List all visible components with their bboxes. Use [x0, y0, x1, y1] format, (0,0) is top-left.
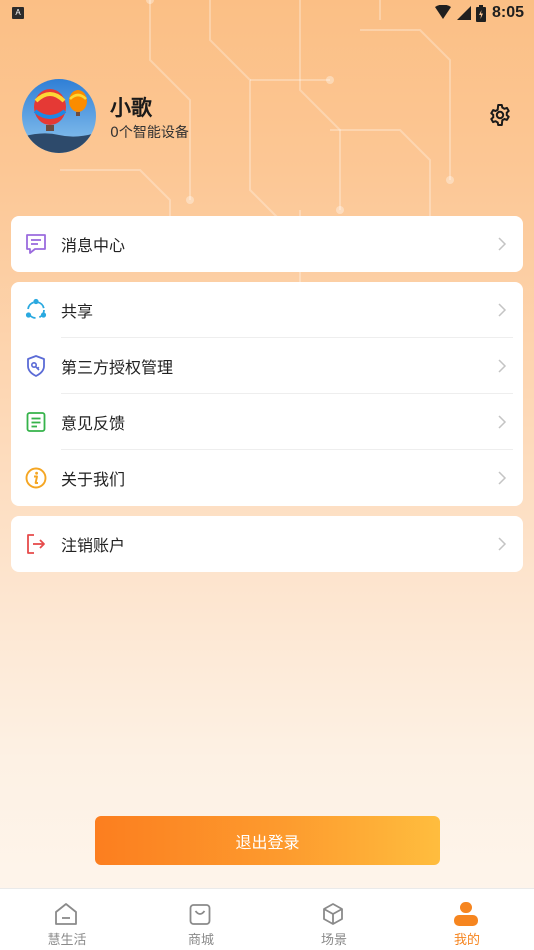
chevron-right-icon: [498, 303, 507, 317]
status-bar: A 8:05: [0, 0, 534, 28]
tab-smart-life[interactable]: 慧生活: [0, 889, 134, 950]
bottom-tab-bar: 慧生活 商城 场景 我的: [0, 888, 534, 950]
settings-card: 共享 第三方授权管理 意见反馈 关于我们: [11, 282, 523, 506]
message-card: 消息中心: [11, 216, 523, 272]
tab-label: 慧生活: [47, 933, 87, 948]
menu-item-share[interactable]: 共享: [11, 282, 523, 338]
logout-button[interactable]: 退出登录: [95, 816, 440, 865]
tab-label: 我的: [453, 933, 480, 948]
menu-item-label: 意见反馈: [61, 414, 126, 433]
menu-item-message-center[interactable]: 消息中心: [11, 216, 523, 272]
user-name[interactable]: 小歌: [110, 92, 152, 122]
menu-item-label: 消息中心: [61, 236, 126, 255]
menu-item-label: 共享: [61, 302, 94, 321]
message-icon: [26, 234, 46, 254]
user-icon: [454, 902, 478, 926]
account-card: 注销账户: [11, 516, 523, 572]
menu-item-label: 关于我们: [61, 470, 126, 489]
menu-item-label: 第三方授权管理: [61, 358, 174, 377]
tab-mall[interactable]: 商城: [134, 889, 268, 950]
feedback-icon: [26, 412, 46, 432]
menu-item-third-party-auth[interactable]: 第三方授权管理: [11, 338, 523, 394]
device-count: 0个智能设备: [110, 125, 189, 141]
menu-item-about-us[interactable]: 关于我们: [11, 450, 523, 506]
avatar[interactable]: [22, 79, 96, 153]
chevron-right-icon: [498, 537, 507, 551]
share-icon: [25, 298, 47, 319]
chevron-right-icon: [498, 237, 507, 251]
chevron-right-icon: [498, 471, 507, 485]
info-icon: [25, 467, 47, 489]
chevron-right-icon: [498, 359, 507, 373]
tab-label: 商城: [187, 933, 214, 948]
logout-account-icon: [27, 534, 45, 554]
cell-signal-icon: [456, 6, 471, 20]
cube-icon: [323, 903, 343, 925]
shopping-bag-icon: [189, 904, 211, 925]
tab-scene[interactable]: 场景: [267, 889, 401, 950]
hot-air-balloon-image: [22, 79, 96, 153]
tab-label: 场景: [320, 933, 347, 948]
shield-key-icon: [27, 355, 45, 377]
tab-mine[interactable]: 我的: [400, 889, 534, 950]
status-time: 8:05: [491, 4, 524, 21]
chevron-right-icon: [498, 415, 507, 429]
battery-icon: [475, 4, 486, 22]
status-indicator: A: [12, 7, 24, 19]
menu-item-delete-account[interactable]: 注销账户: [11, 516, 523, 572]
menu-item-label: 注销账户: [61, 536, 126, 555]
menu-item-feedback[interactable]: 意见反馈: [11, 394, 523, 450]
status-icons: 8:05: [434, 4, 524, 22]
home-icon: [55, 903, 77, 925]
wifi-icon: [434, 5, 451, 19]
settings-gear-icon[interactable]: [488, 103, 512, 127]
